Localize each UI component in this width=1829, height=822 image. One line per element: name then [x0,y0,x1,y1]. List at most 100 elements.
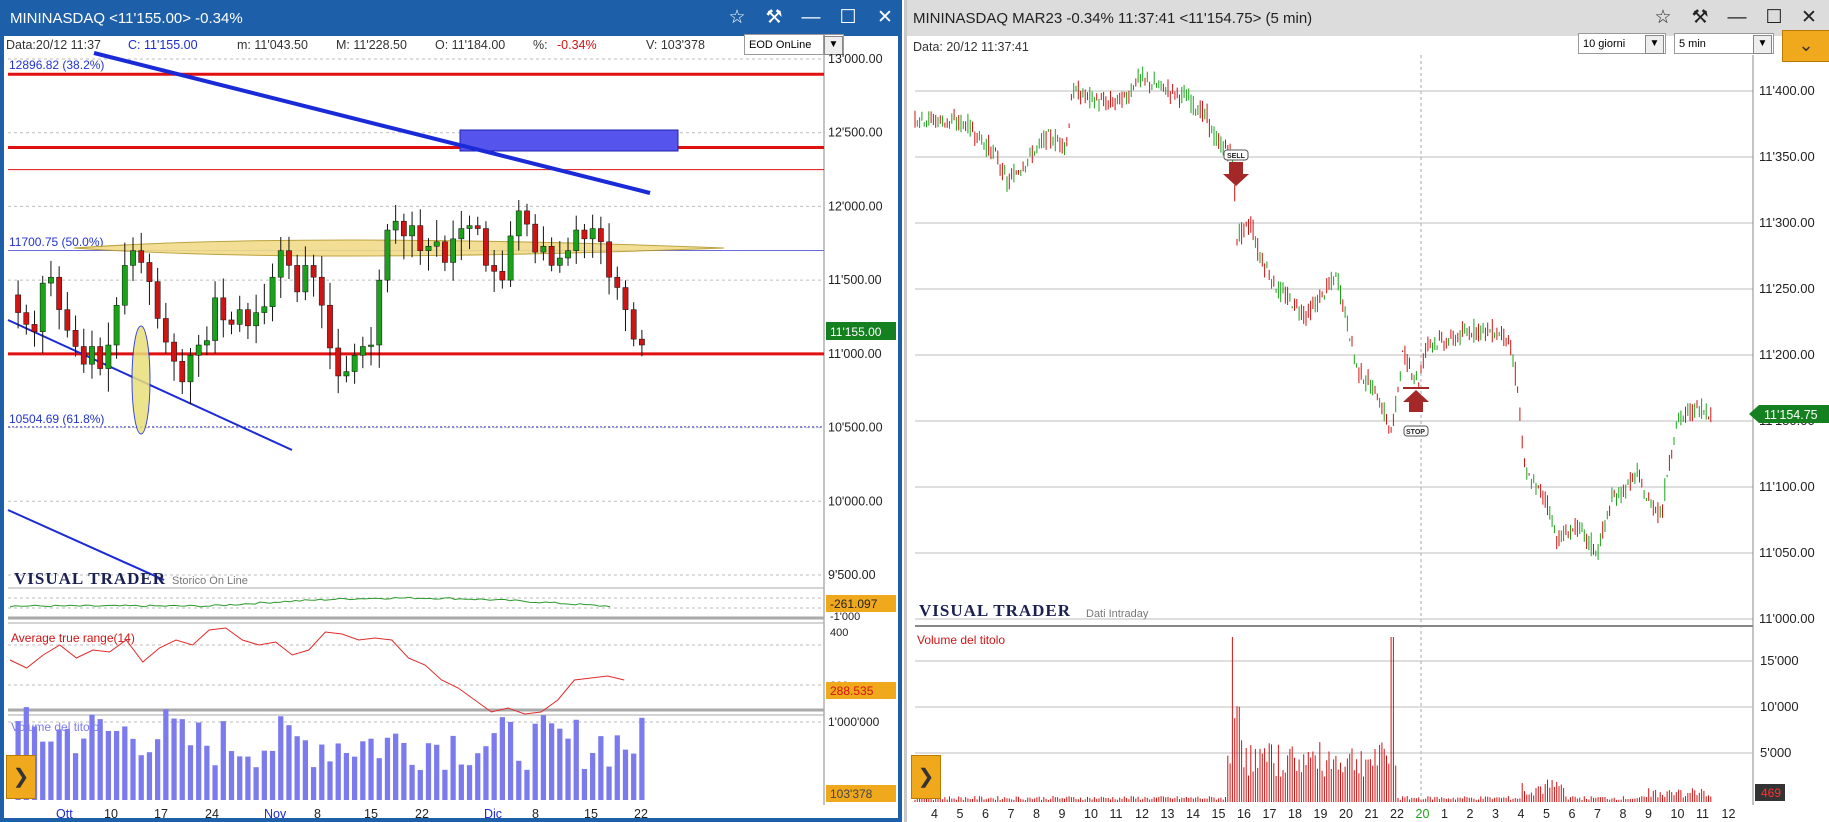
x-tick-label: 6 [982,807,989,821]
y-tick-label: 11'200.00 [1759,347,1815,362]
y-tick-label: 12'000.00 [828,199,883,213]
x-tick-label: 24 [205,807,219,821]
volume-bar [540,715,547,800]
candle-body [442,241,448,263]
volume-tick: 1'000'000 [828,715,880,729]
volume-bar [548,723,555,800]
highlight-zone [459,129,679,152]
volume-bar [122,726,128,800]
x-tick-label: 5 [957,807,964,821]
oscillator-value: -261.097 [830,597,878,611]
intraday-chart-canvas[interactable]: 11'400.00 11'350.00 11'300.00 11'250.00 11'2… [907,0,1829,822]
candle-body [220,297,227,321]
candle-body [499,271,506,281]
candle-body [458,228,465,240]
candle-body [245,309,251,327]
expand-panel-button[interactable]: ❯ [911,755,941,799]
volume-bar [245,756,251,800]
y-tick-label: 11'050.00 [1759,545,1815,560]
volume-bar [64,728,70,800]
x-tick-label: 22 [1390,807,1404,821]
brand-subtitle: Storico On Line [172,575,248,587]
x-tick-label: 22 [634,807,648,821]
x-tick-label: 5 [1543,807,1550,821]
volume-bar [113,731,120,800]
candle-body [548,245,555,266]
x-tick-label: 7 [1008,807,1015,821]
intraday-chart-window[interactable]: MININASDAQ MAR23 -0.34% 11:37:41 <11'154… [904,0,1829,822]
candle-body [294,265,301,293]
x-tick-label: 17 [154,807,168,821]
volume-bar [573,719,579,800]
candle-body [433,241,440,247]
volume-bar [302,740,309,800]
y-tick-label: 11'500.00 [828,273,882,287]
y-tick-label: 12'500.00 [828,126,883,140]
y-tick-label: 11'350.00 [1759,149,1815,164]
x-tick-label: 8 [532,807,539,821]
volume-bar [417,769,423,800]
candle-body [474,225,481,229]
x-tick-label: 15 [584,807,598,821]
candle-body [310,265,317,278]
candle-body [425,245,432,251]
volume-bar [187,745,194,800]
candle-body [171,341,177,362]
daily-chart-canvas[interactable]: 13'000.00 12'500.00 12'000.00 11'500.00 11'0… [4,0,898,822]
candle-body [179,360,186,383]
volume-bar [614,735,620,800]
volume-bar [434,744,440,800]
volume-bar [196,722,202,800]
expand-panel-button[interactable]: ❯ [6,755,36,799]
candle-body [48,276,54,284]
volume-bar [138,755,144,800]
y-tick-label: 10'000.00 [828,494,883,508]
candle-body [23,312,30,325]
oscillator-line [9,596,611,608]
atr-tick: 400 [830,627,848,639]
y-tick-label: 13'000.00 [828,52,883,66]
candle-body [384,229,391,281]
candle-body [56,276,63,310]
candle-body [277,250,284,278]
x-tick-label: 4 [931,807,938,821]
daily-chart-window[interactable]: MININASDAQ <11'155.00> -0.34% ☆ ⚒ — ☐ ✕ … [0,0,902,822]
volume-value: 103'378 [830,787,873,801]
volume-bar [310,767,317,800]
x-tick-label: 15 [1212,807,1226,821]
candle-body [351,355,358,372]
candle-body [368,344,374,347]
candle-body [228,319,235,325]
candle-body [269,276,276,307]
y-tick-label: 11'250.00 [1759,281,1815,296]
candle-body [515,210,522,237]
brand-logo: VISUAL TRADER [919,601,1071,620]
volume-bar [155,739,161,800]
y-tick-label: 11'300.00 [1759,215,1815,230]
candle-body [483,228,489,266]
volume-bar [565,738,571,800]
volume-bar [294,736,300,800]
x-tick-label: 2 [1467,807,1474,821]
volume-bar [450,735,456,800]
volume-bar [327,761,333,800]
volume-bar [204,745,210,800]
volume-tick: 5'000 [1760,745,1791,760]
volume-bar [81,738,87,800]
volume-bar [237,756,243,800]
volume-bar [376,758,382,800]
y-tick-label: 11'400.00 [1759,83,1815,98]
oscillator-tick: -1'000 [830,611,860,623]
candle-body [335,347,342,377]
volume-bar [368,738,374,800]
volume-bar [105,730,112,800]
volume-bar [89,714,95,800]
candle-body [187,355,194,383]
last-price-label: 11'155.00 [830,325,882,339]
volume-bar [228,751,235,800]
x-tick-label: 20 [1339,807,1353,821]
sell-signal-label: SELL [1227,153,1246,160]
volume-bar [163,709,169,800]
candle-body [72,330,79,347]
volume-bar [269,750,276,800]
